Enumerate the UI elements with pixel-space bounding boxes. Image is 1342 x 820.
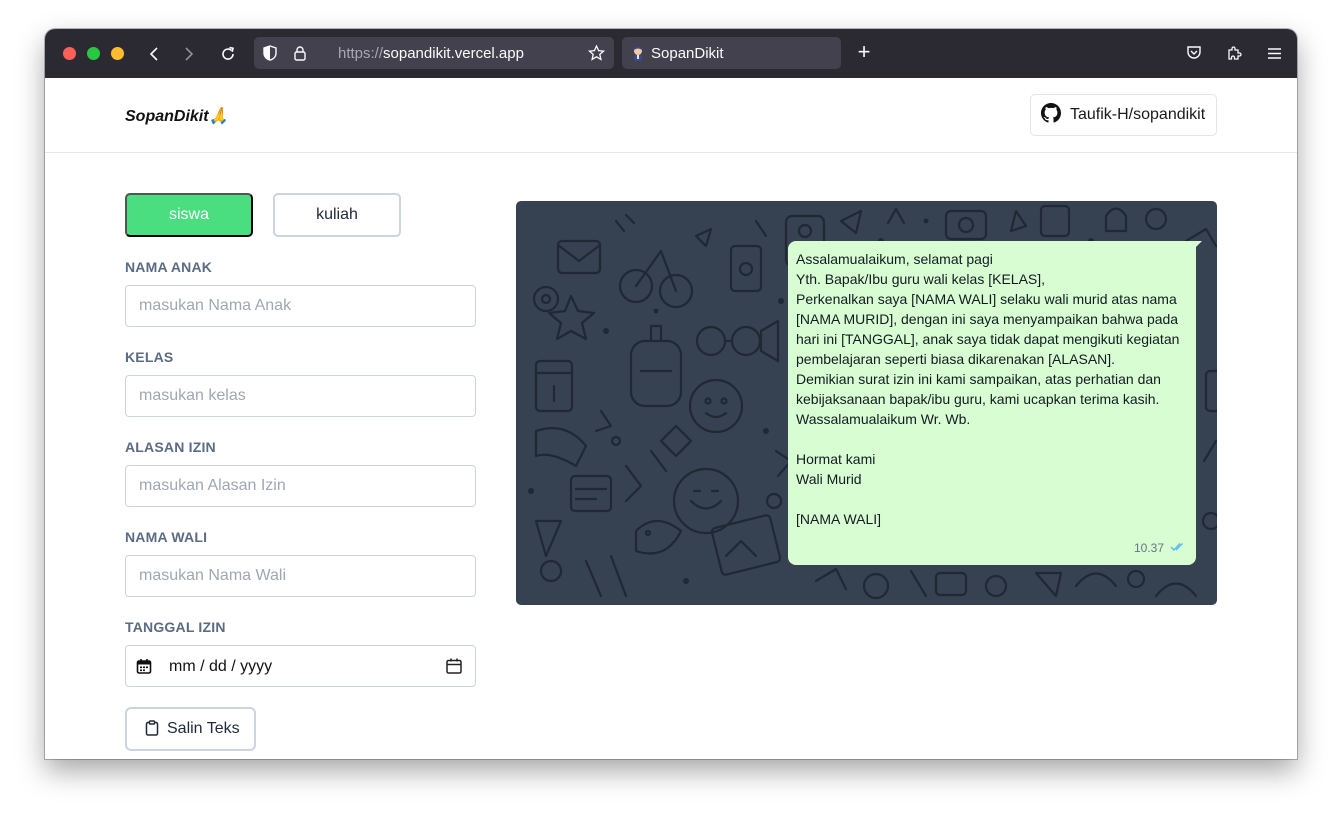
tanggal-izin-label: TANGGAL IZIN bbox=[125, 619, 226, 635]
message-line: [NAMA MURID], dengan ini saya menyampaik… bbox=[796, 311, 1179, 327]
pocket-icon[interactable] bbox=[1183, 42, 1205, 64]
bookmark-star-icon[interactable] bbox=[587, 44, 605, 62]
clipboard-icon bbox=[145, 719, 159, 739]
message-line: [NAMA WALI] bbox=[796, 511, 882, 527]
message-line bbox=[796, 489, 1188, 509]
minimize-window-button[interactable] bbox=[111, 47, 124, 60]
message-line: Demikian surat izin ini kami sampaikan, … bbox=[796, 371, 1161, 387]
tab-favicon-icon bbox=[630, 45, 646, 61]
tab-title: SopanDikit bbox=[651, 45, 724, 62]
message-time: 10.37 bbox=[1133, 541, 1164, 555]
browser-window: https://sopandikit.vercel.app SopanDikit… bbox=[45, 29, 1297, 759]
github-repo-label: Taufik-H/sopandikit bbox=[1070, 106, 1206, 123]
browser-toolbar: https://sopandikit.vercel.app SopanDikit… bbox=[45, 29, 1297, 78]
message-line: Wassalamualaikum Wr. Wb. bbox=[796, 411, 971, 427]
kelas-label: KELAS bbox=[125, 349, 174, 365]
nama-wali-input[interactable] bbox=[125, 555, 476, 597]
nama-anak-label: NAMA ANAK bbox=[125, 259, 213, 275]
date-value: mm / dd / yyyy bbox=[169, 658, 273, 675]
back-icon[interactable] bbox=[141, 41, 167, 67]
web-page: SopanDikit🙏 Taufik-H/sopandikit siswa ku… bbox=[45, 78, 1297, 759]
calendar-icon bbox=[136, 658, 152, 674]
date-picker-icon[interactable] bbox=[445, 657, 463, 675]
menu-icon[interactable] bbox=[1263, 42, 1285, 64]
reload-icon[interactable] bbox=[215, 41, 241, 67]
tab-sopandikit[interactable]: SopanDikit bbox=[622, 37, 841, 69]
message-line: hari ini [TANGGAL], anak saya tidak dapa… bbox=[796, 331, 1180, 347]
github-repo-button[interactable]: Taufik-H/sopandikit bbox=[1030, 94, 1217, 136]
message-line: kebijaksanaan bapak/ibu guru, kami ucapk… bbox=[796, 391, 1160, 407]
github-icon bbox=[1041, 102, 1061, 128]
alasan-izin-label: ALASAN IZIN bbox=[125, 439, 216, 455]
mode-siswa-button[interactable]: siswa bbox=[125, 193, 253, 237]
salin-teks-button[interactable]: Salin Teks bbox=[125, 707, 256, 751]
message-line: Assalamualaikum, selamat pagi bbox=[796, 251, 993, 267]
message-line: Perkenalkan saya [NAMA WALI] selaku wali… bbox=[796, 291, 1177, 307]
alasan-izin-input[interactable] bbox=[125, 465, 476, 507]
message-line: Hormat kami bbox=[796, 451, 876, 467]
message-line: Yth. Bapak/Ibu guru wali kelas [KELAS], bbox=[796, 271, 1046, 287]
message-line: Wali Murid bbox=[796, 471, 862, 487]
message-bubble: Assalamualaikum, selamat pagi Yth. Bapak… bbox=[788, 241, 1196, 565]
new-tab-button[interactable]: + bbox=[852, 41, 876, 65]
shield-icon[interactable] bbox=[261, 44, 279, 62]
message-meta: 10.37 bbox=[1134, 539, 1186, 557]
maximize-window-button[interactable] bbox=[87, 47, 100, 60]
mode-kuliah-button[interactable]: kuliah bbox=[273, 193, 401, 237]
tanggal-izin-input[interactable]: mm / dd / yyyy bbox=[125, 645, 476, 687]
url-text[interactable]: https://sopandikit.vercel.app bbox=[338, 45, 524, 62]
message-line: pembelajaran seperti biasa dikarenakan [… bbox=[796, 351, 1116, 367]
kelas-input[interactable] bbox=[125, 375, 476, 417]
salin-teks-label: Salin Teks bbox=[167, 720, 240, 737]
address-bar[interactable]: https://sopandikit.vercel.app bbox=[254, 37, 614, 69]
site-header: SopanDikit🙏 Taufik-H/sopandikit bbox=[45, 78, 1297, 153]
extensions-icon[interactable] bbox=[1223, 42, 1245, 64]
close-window-button[interactable] bbox=[63, 47, 76, 60]
lock-icon[interactable] bbox=[291, 44, 309, 62]
nama-wali-label: NAMA WALI bbox=[125, 529, 208, 545]
forward-icon[interactable] bbox=[176, 41, 202, 67]
double-check-icon bbox=[1170, 539, 1186, 557]
site-logo[interactable]: SopanDikit🙏 bbox=[125, 106, 228, 126]
nama-anak-input[interactable] bbox=[125, 285, 476, 327]
message-preview: Assalamualaikum, selamat pagi Yth. Bapak… bbox=[516, 201, 1217, 605]
message-line bbox=[796, 429, 1188, 449]
